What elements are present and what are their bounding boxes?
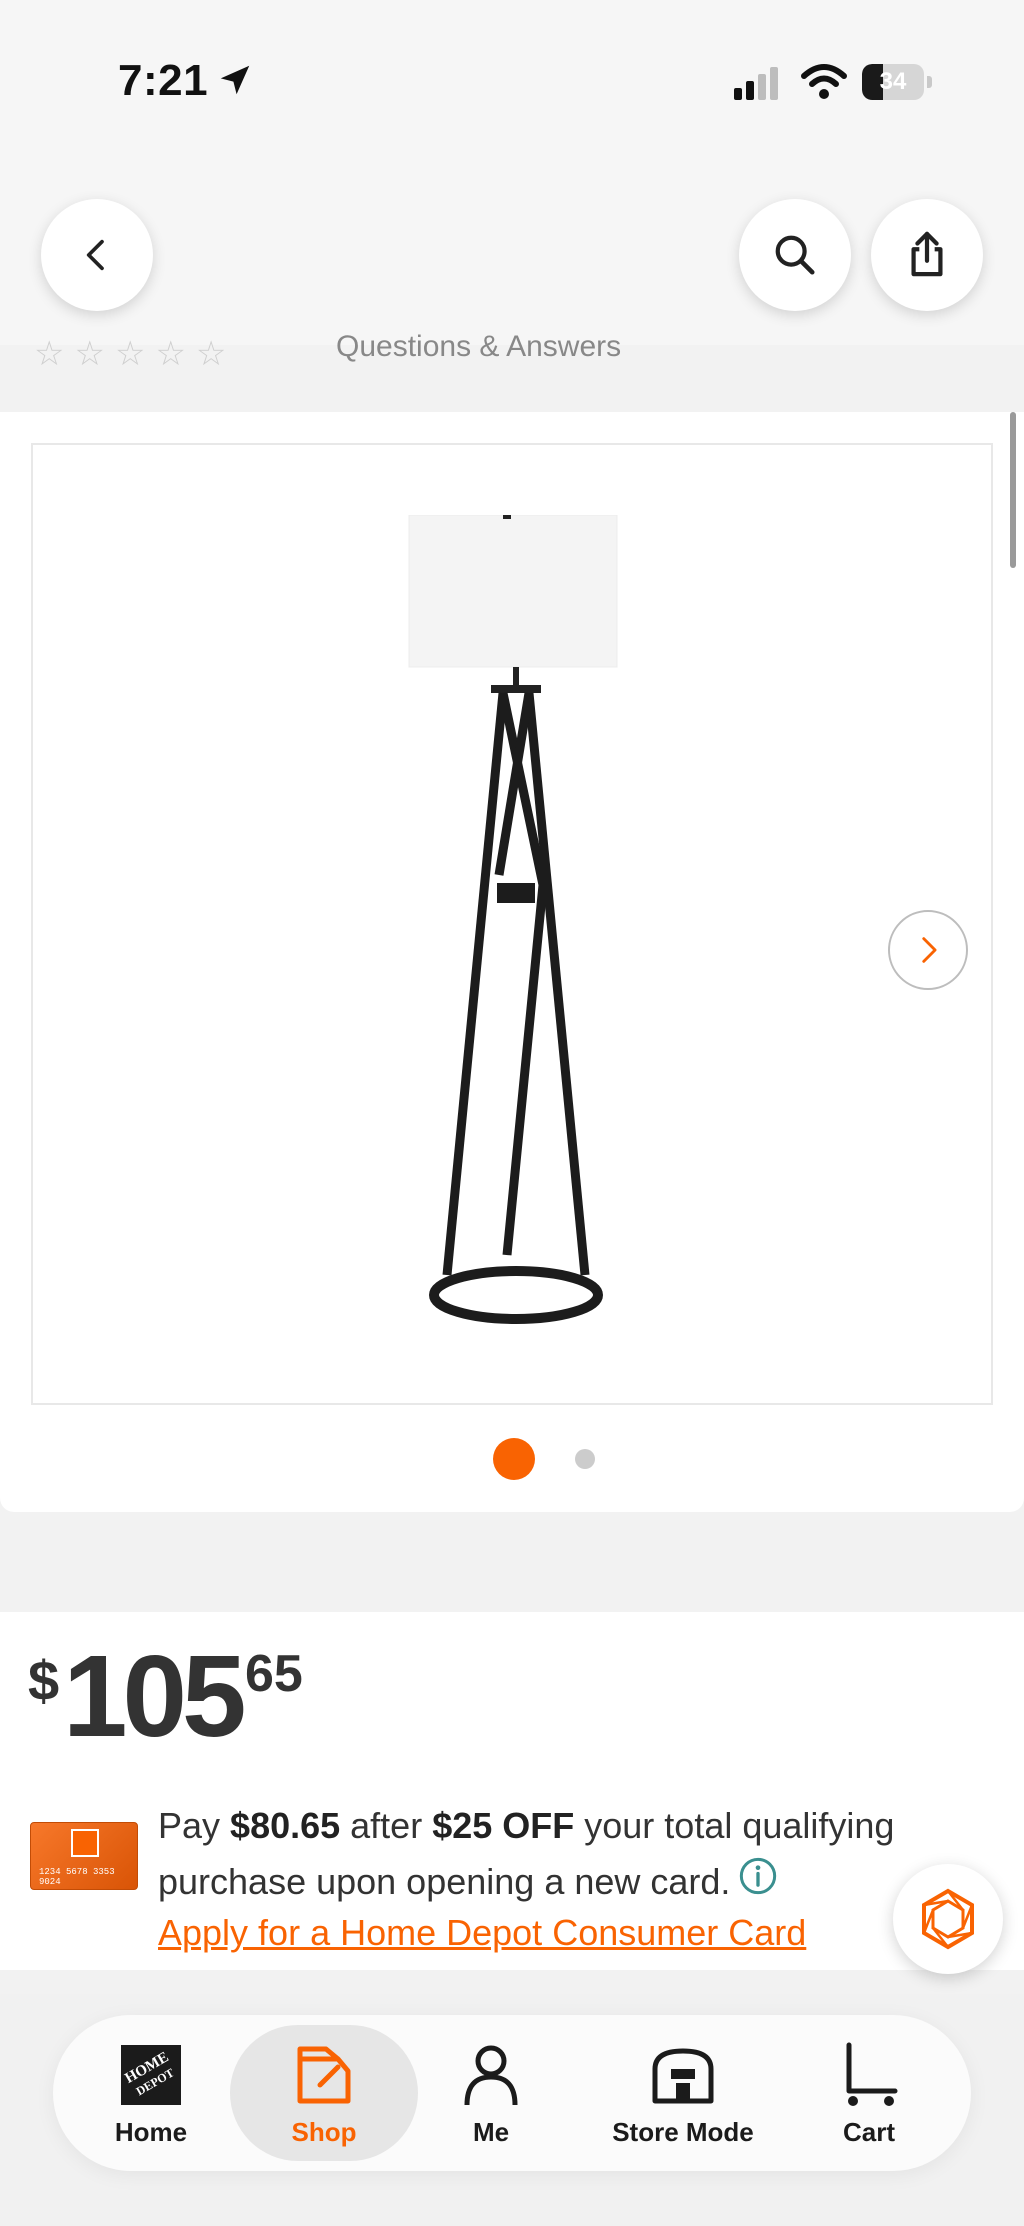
search-icon [775,235,815,275]
tab-me[interactable]: Me [435,2015,547,2171]
chevron-left-icon [86,239,104,271]
back-button[interactable] [41,199,153,311]
search-button[interactable] [739,199,851,311]
cellular-signal-icon [734,67,778,100]
product-image[interactable] [31,443,993,1405]
rating-stars: ☆☆☆☆☆ [34,335,237,370]
pagination-dot-active[interactable] [493,1438,535,1480]
battery-indicator: 34 [862,64,932,100]
store-icon [652,2048,714,2104]
cart-icon [846,2042,898,2106]
hexagon-assistant-icon [922,1888,974,1950]
rating-qa-row: ☆☆☆☆☆ Questions & Answers [0,330,1024,370]
top-header: 7:21 34 ☆☆☆☆☆ Questions & Answers [0,0,1024,370]
tab-cart[interactable]: Cart [813,2015,925,2171]
home-depot-logo-icon [71,1829,99,1857]
chat-assistant-button[interactable] [893,1864,1003,1974]
offer-discount: $25 OFF [432,1805,575,1846]
card-number: 1234 5678 3353 9024 [39,1867,115,1887]
tab-store-mode[interactable]: Store Mode [583,2015,783,2171]
floor-lamp-image [408,515,618,1324]
credit-offer-text: Pay $80.65 after $25 OFF your total qual… [158,1805,895,1902]
chevron-right-icon [922,937,937,963]
next-image-button[interactable] [888,910,968,990]
tab-label-store-mode: Store Mode [612,2117,754,2147]
battery-level-text: 34 [879,68,907,95]
info-icon[interactable] [738,1856,778,1896]
person-icon [464,2045,518,2106]
pagination-dot[interactable] [575,1449,595,1469]
tab-home[interactable]: HOME DEPOT Home [91,2015,211,2171]
location-arrow-icon [220,65,250,95]
price-cents: 65 [245,1645,303,1703]
scroll-indicator [1010,412,1016,568]
questions-answers-link[interactable]: Questions & Answers [336,330,621,364]
offer-pay-amount: $80.65 [230,1805,341,1846]
share-icon [911,231,943,277]
credit-card-image: 1234 5678 3353 9024 [30,1822,138,1890]
tab-label-cart: Cart [842,2117,895,2147]
price-currency: $ [28,1649,60,1712]
bottom-tab-bar: HOME DEPOT Home Shop Me Store Mode Cart [53,2015,971,2171]
tab-label-shop: Shop [291,2117,357,2147]
tab-label-me: Me [472,2117,510,2147]
home-depot-logo-icon: HOME DEPOT [121,2045,181,2105]
product-image-gallery [0,412,1024,1512]
apply-card-link[interactable]: Apply for a Home Depot Consumer Card [158,1912,806,1954]
wifi-icon [801,64,847,99]
price-dollars: 105 [63,1631,247,1761]
image-pagination-dots [0,1435,1024,1481]
price-section: $ 105 65 1234 5678 3353 9024 Pay $80.65 … [0,1612,1024,1970]
status-bar: 7:21 34 [0,0,1024,160]
share-button[interactable] [871,199,983,311]
shop-icon [297,2046,351,2104]
status-time: 7:21 [118,56,209,105]
tab-label-home: Home [114,2117,188,2147]
tab-shop[interactable]: Shop [230,2015,418,2171]
